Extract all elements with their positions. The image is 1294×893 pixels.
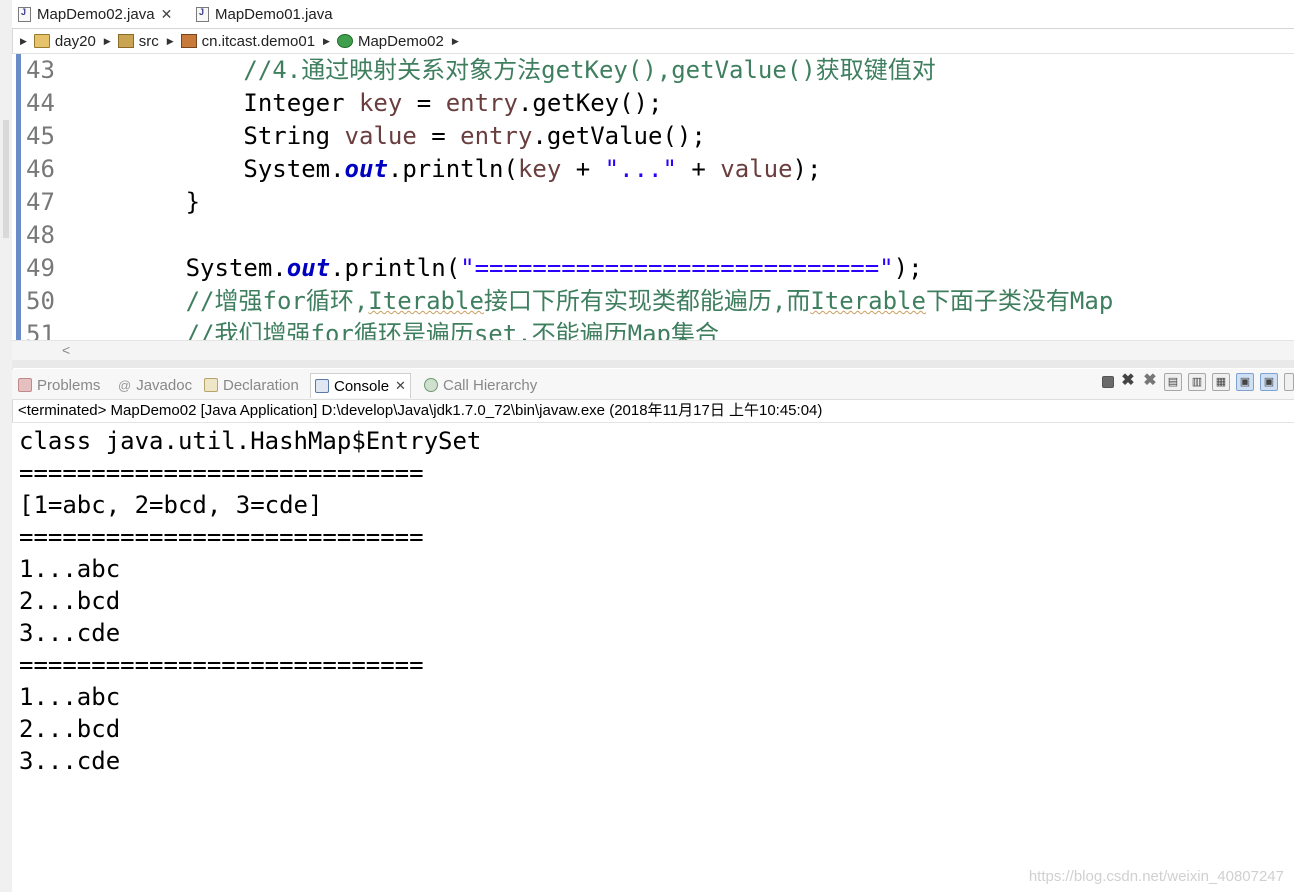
show-console-on-error-icon[interactable]: ▣ <box>1260 373 1278 391</box>
console-line: 3...cde <box>19 747 121 775</box>
line-number: 51 <box>26 320 55 340</box>
code-text[interactable]: System.out.println(key + "..." + value); <box>70 153 821 186</box>
declaration-icon <box>204 378 218 392</box>
remove-all-launches-icon[interactable]: ✖ <box>1142 373 1158 389</box>
javadoc-icon: @ <box>118 377 132 393</box>
console-line: 3...cde <box>19 619 121 647</box>
chevron-right-icon[interactable]: ▶ <box>104 36 111 47</box>
line-number: 47 <box>26 188 55 216</box>
tab-label: Javadoc <box>136 376 193 394</box>
console-line: class java.util.HashMap$EntrySet <box>19 427 482 455</box>
line-number: 44 <box>26 89 55 117</box>
show-console-on-output-icon[interactable]: ▣ <box>1236 373 1254 391</box>
tab-console[interactable]: Console ✕ <box>310 373 411 398</box>
tab-mapdemo01[interactable]: MapDemo01.java <box>190 2 333 26</box>
problems-icon <box>18 378 32 392</box>
code-line[interactable]: 50 //增强for循环,Iterable接口下所有实现类都能遍历,而Itera… <box>12 285 1294 318</box>
code-text[interactable]: Integer key = entry.getKey(); <box>70 87 662 120</box>
console-icon <box>315 379 329 393</box>
scroll-lock-icon[interactable]: ▥ <box>1188 373 1206 391</box>
tab-label: Problems <box>37 376 101 394</box>
tab-javadoc[interactable]: @ Javadoc <box>118 373 192 397</box>
close-icon[interactable]: ✕ <box>161 6 173 23</box>
editor-tab-bar: MapDemo02.java ✕ MapDemo01.java <box>12 0 1294 29</box>
code-text[interactable]: //4.通过映射关系对象方法getKey(),getValue()获取键值对 <box>70 54 935 87</box>
line-number: 46 <box>26 155 55 183</box>
pin-console-icon[interactable] <box>1284 373 1294 391</box>
code-line[interactable]: 43 //4.通过映射关系对象方法getKey(),getValue()获取键值… <box>12 54 1294 87</box>
breadcrumb-class[interactable]: MapDemo02 <box>358 33 444 50</box>
console-status: <terminated> MapDemo02 [Java Application… <box>18 402 823 419</box>
chevron-right-icon[interactable]: ▶ <box>20 36 27 47</box>
console-line: 1...abc <box>19 555 121 583</box>
view-tab-bar: Problems @ Javadoc Declaration Console ✕… <box>12 369 1294 400</box>
line-number: 50 <box>26 287 55 315</box>
tab-label: MapDemo01.java <box>215 5 333 23</box>
remove-launch-icon[interactable]: ✖ <box>1120 373 1136 389</box>
java-file-icon <box>18 6 31 22</box>
tab-call-hierarchy[interactable]: Call Hierarchy <box>424 373 537 397</box>
editor-horizontal-scrollbar[interactable]: < <box>12 340 1294 361</box>
console-line: 1...abc <box>19 683 121 711</box>
close-icon[interactable]: ✕ <box>395 378 406 394</box>
code-line[interactable]: 48 <box>12 219 1294 252</box>
console-line: ============================ <box>19 459 424 487</box>
source-folder-icon <box>117 34 134 48</box>
tab-declaration[interactable]: Declaration <box>204 373 299 397</box>
code-line[interactable]: 44 Integer key = entry.getKey(); <box>12 87 1294 120</box>
scroll-left-icon[interactable]: < <box>62 342 70 358</box>
terminate-icon[interactable] <box>1102 376 1114 388</box>
project-folder-icon <box>33 34 50 48</box>
console-line: ============================ <box>19 651 424 679</box>
line-number: 48 <box>26 221 55 249</box>
code-text[interactable]: } <box>70 186 200 219</box>
package-icon <box>180 34 197 48</box>
code-line[interactable]: 47 } <box>12 186 1294 219</box>
chevron-right-icon[interactable]: ▶ <box>452 36 459 47</box>
tab-label: MapDemo02.java <box>37 5 155 23</box>
tab-label: Console <box>334 377 390 395</box>
breadcrumb-src[interactable]: src <box>139 33 159 50</box>
console-line: 2...bcd <box>19 715 121 743</box>
code-line[interactable]: 46 System.out.println(key + "..." + valu… <box>12 153 1294 186</box>
java-file-icon <box>196 6 209 22</box>
clear-console-icon[interactable]: ▤ <box>1164 373 1182 391</box>
left-trim-mark <box>3 120 9 238</box>
chevron-right-icon[interactable]: ▶ <box>167 36 174 47</box>
console-line: 2...bcd <box>19 587 121 615</box>
code-line[interactable]: 49 System.out.println("=================… <box>12 252 1294 285</box>
breadcrumb: ▶ day20 ▶ src ▶ cn.itcast.demo01 ▶ MapDe… <box>12 29 1294 54</box>
console-toolbar: ✖ ✖ ▤ ▥ ▦ ▣ ▣ <box>1102 373 1294 391</box>
breadcrumb-project[interactable]: day20 <box>55 33 96 50</box>
chevron-right-icon[interactable]: ▶ <box>323 36 330 47</box>
tab-label: Call Hierarchy <box>443 376 538 394</box>
watermark: https://blog.csdn.net/weixin_40807247 <box>1028 868 1284 885</box>
console-line: ============================ <box>19 523 424 551</box>
code-text[interactable]: System.out.println("====================… <box>70 252 923 285</box>
call-hierarchy-icon <box>424 378 438 392</box>
code-text[interactable]: //增强for循环,Iterable接口下所有实现类都能遍历,而Iterable… <box>70 285 1114 318</box>
tab-label: Declaration <box>223 376 299 394</box>
line-number: 49 <box>26 254 55 282</box>
class-icon <box>336 34 353 48</box>
word-wrap-icon[interactable]: ▦ <box>1212 373 1230 391</box>
panel-separator[interactable] <box>12 360 1294 368</box>
tab-mapdemo02[interactable]: MapDemo02.java ✕ <box>12 2 173 26</box>
code-text[interactable]: //我们增强for循环是遍历set,不能遍历Map集合 <box>70 318 719 340</box>
line-number: 43 <box>26 56 55 84</box>
code-line[interactable]: 45 String value = entry.getValue(); <box>12 120 1294 153</box>
line-number: 45 <box>26 122 55 150</box>
code-editor[interactable]: 43 //4.通过映射关系对象方法getKey(),getValue()获取键值… <box>12 54 1294 340</box>
tab-problems[interactable]: Problems <box>18 373 100 397</box>
console-output[interactable]: class java.util.HashMap$EntrySet ========… <box>12 422 1294 893</box>
console-line: [1=abc, 2=bcd, 3=cde] <box>19 491 323 519</box>
code-text[interactable]: String value = entry.getValue(); <box>70 120 705 153</box>
breadcrumb-package[interactable]: cn.itcast.demo01 <box>202 33 315 50</box>
code-line[interactable]: 51 //我们增强for循环是遍历set,不能遍历Map集合 <box>12 318 1294 340</box>
